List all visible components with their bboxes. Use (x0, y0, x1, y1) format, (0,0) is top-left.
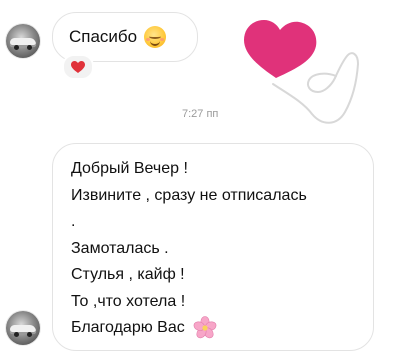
message-line: Замоталась . (71, 239, 169, 257)
message-line: То ,что хотела ! (71, 292, 186, 310)
smiling-face-icon (144, 26, 167, 48)
message-line: Добрый Вечер ! (71, 160, 188, 177)
message-line-text: Благодарю Вас (71, 319, 185, 336)
cherry-blossom-icon (193, 316, 217, 339)
heart-reaction[interactable] (62, 54, 94, 80)
message-line: . (71, 213, 76, 230)
message-timestamp: 7:27 пп (182, 108, 219, 120)
message-line: Извините , сразу не отписалась (71, 186, 307, 204)
message-line-last: Благодарю Вас (71, 315, 355, 342)
message-text: Спасибо (69, 27, 138, 46)
chat-thread: Спасибо 7:27 пп Добрый Вечер ! Извините … (0, 0, 400, 360)
message-line: Стулья , кайф ! (71, 266, 185, 283)
heart-icon (71, 61, 85, 73)
message-bubble[interactable]: Добрый Вечер ! Извините , сразу не отпис… (52, 143, 374, 351)
avatar[interactable] (6, 24, 40, 58)
heart-sticker[interactable] (236, 14, 366, 134)
avatar[interactable] (6, 311, 40, 345)
